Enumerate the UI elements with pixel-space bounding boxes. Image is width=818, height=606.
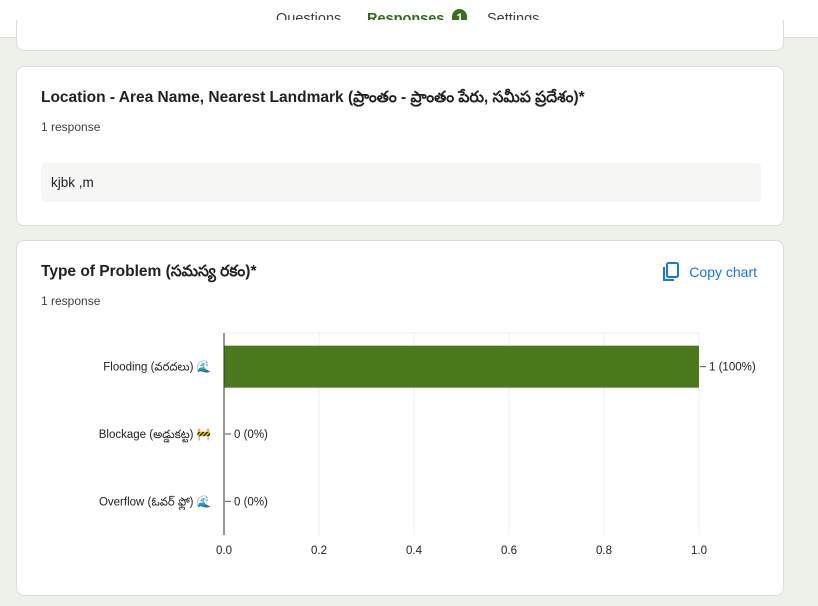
type-of-problem-card: Type of Problem (సమస్య రకం)* 1 response … xyxy=(16,240,784,596)
data-label: 0 (0%) xyxy=(234,496,268,508)
previous-question-card xyxy=(16,20,784,51)
data-label: 1 (100%) xyxy=(709,362,756,374)
x-tick-label: 0.8 xyxy=(596,545,612,557)
category-label: Overflow (ఓవర్ ఫ్లో) 🌊 xyxy=(99,494,211,511)
question-title: Location - Area Name, Nearest Landmark (… xyxy=(41,89,585,106)
data-label: 0 (0%) xyxy=(234,429,268,441)
category-label: Flooding (వరదలు) 🌊 xyxy=(103,360,211,374)
location-question-card: Location - Area Name, Nearest Landmark (… xyxy=(16,66,784,226)
answer-item: kjbk ,m xyxy=(41,163,761,202)
bar xyxy=(224,345,699,388)
x-tick-label: 0.4 xyxy=(406,545,423,557)
category-label: Blockage (అడ్డుకట్ట) 🚧 xyxy=(99,428,211,443)
x-tick-label: 1.0 xyxy=(691,545,707,557)
x-tick-label: 0.6 xyxy=(501,545,517,557)
response-bar-chart: 0.0 0.2 0.4 0.6 0.8 1.0 Flooding (వరదలు) 🌊 1 (1… xyxy=(99,332,756,557)
x-tick-label: 0.2 xyxy=(311,545,327,557)
response-count: 1 response xyxy=(41,120,101,134)
x-tick-label: 0.0 xyxy=(216,545,232,557)
